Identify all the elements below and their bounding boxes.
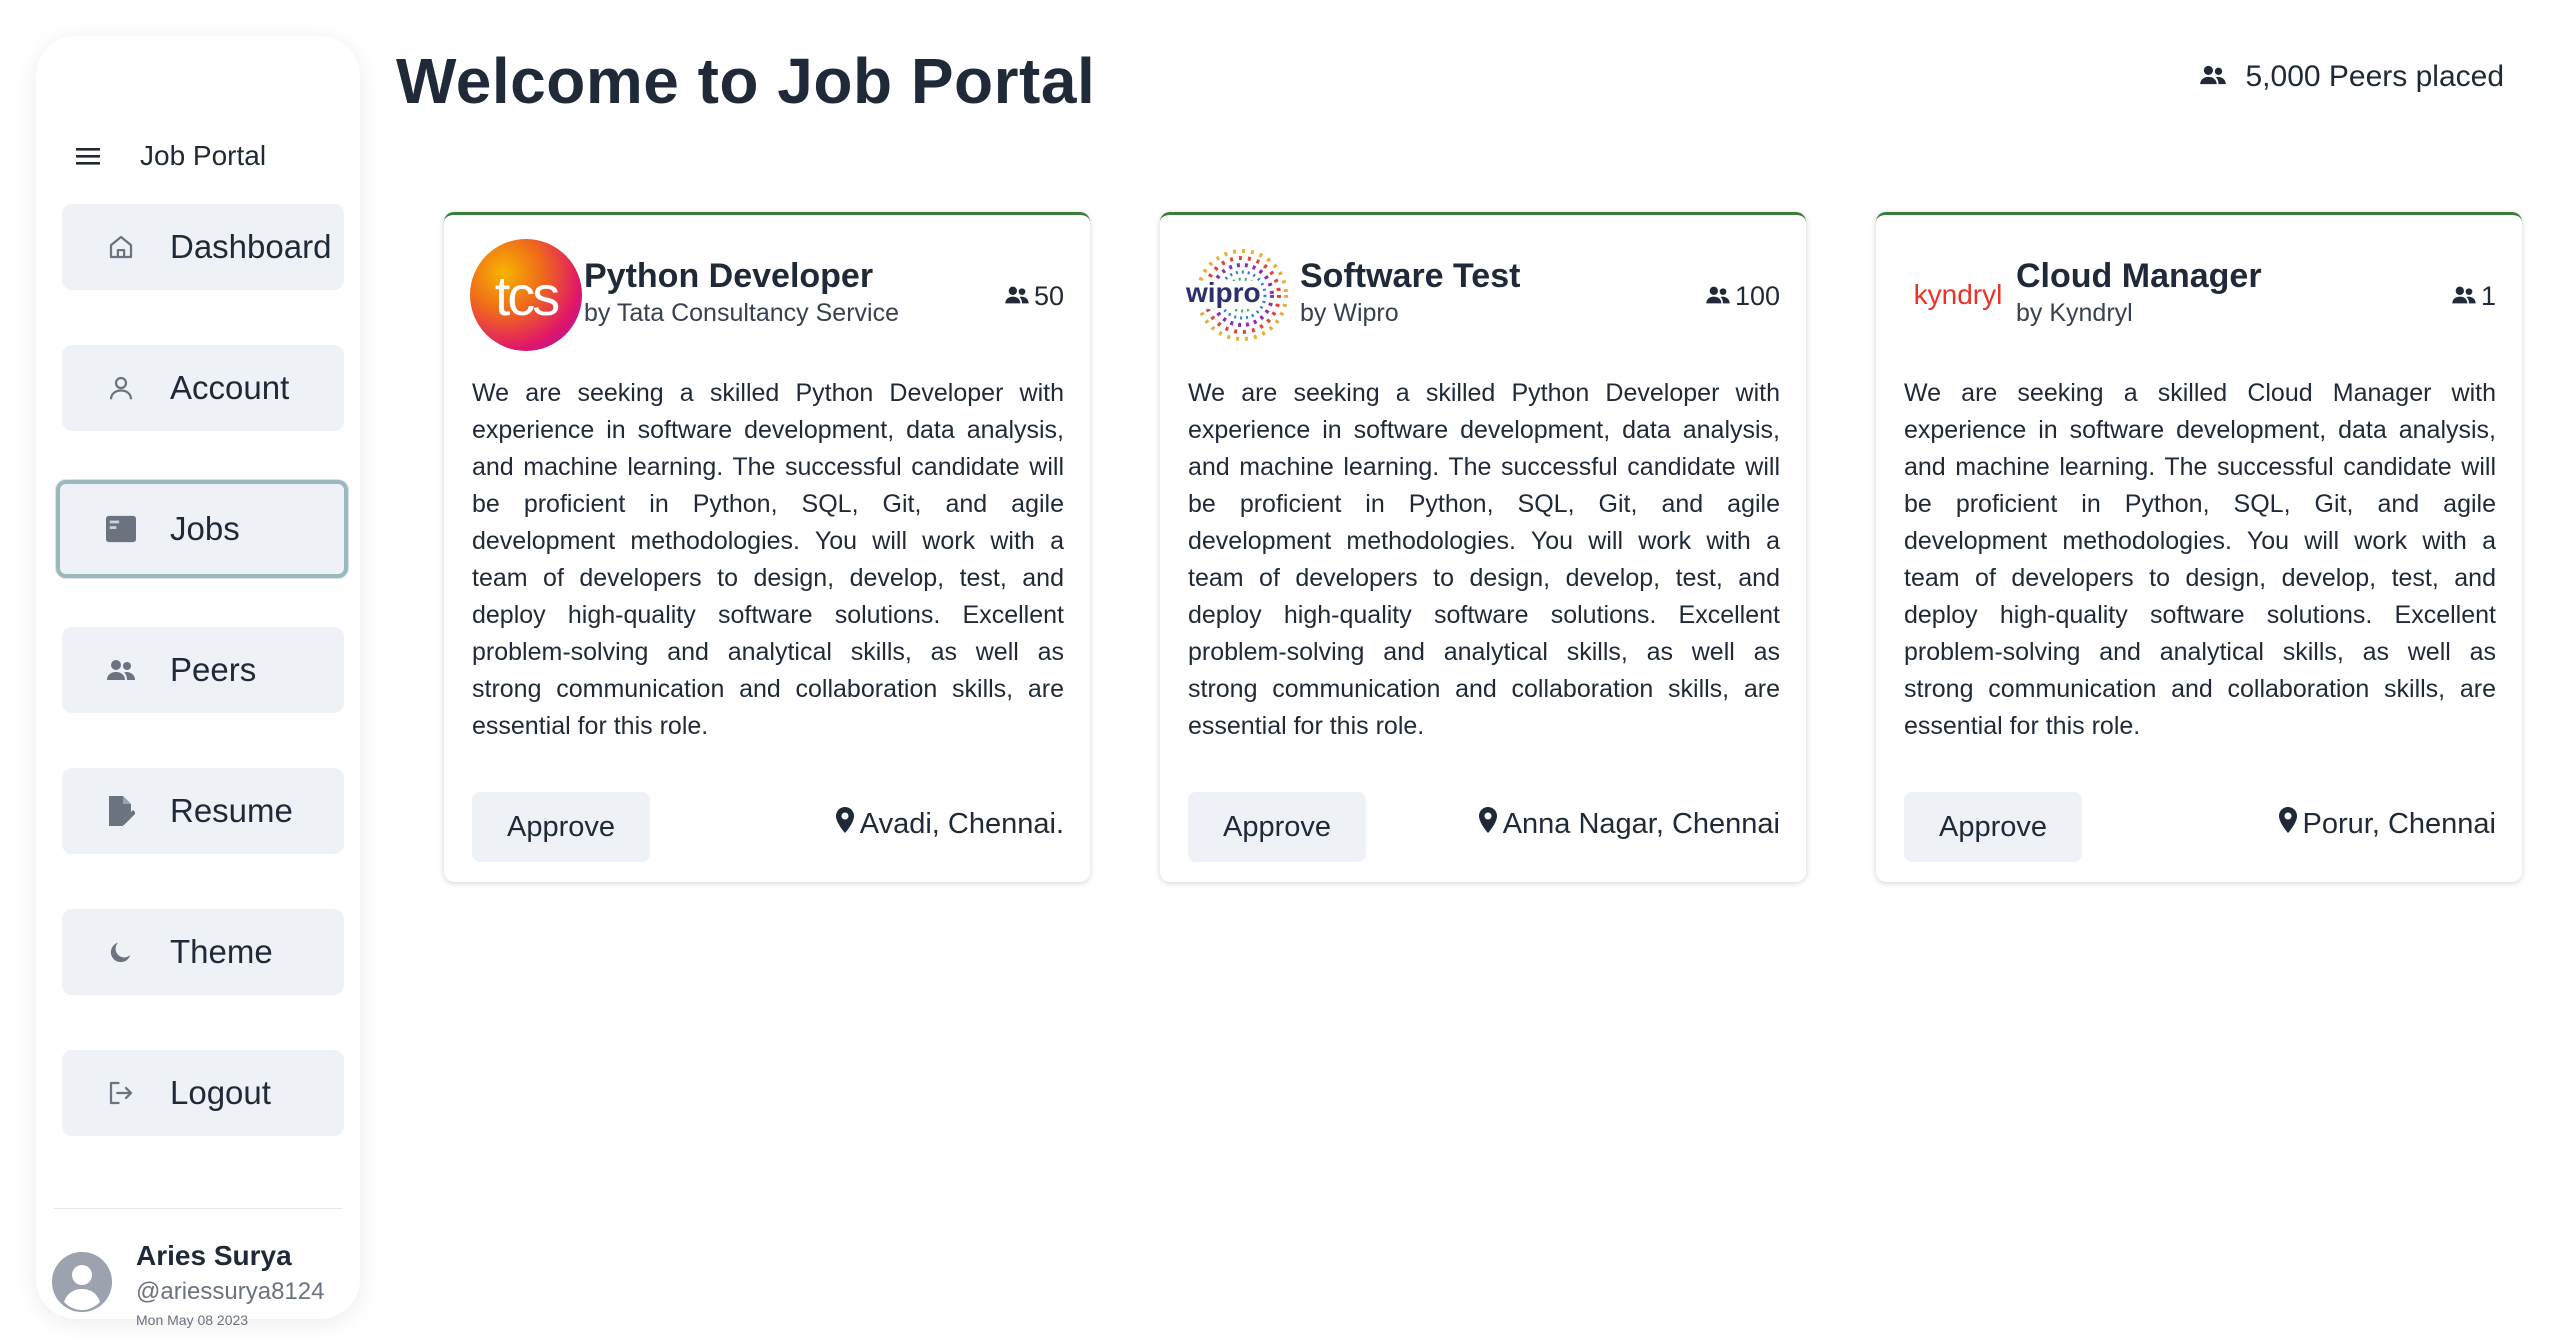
peers-placed-stat: 5,000 Peers placed <box>2199 60 2504 94</box>
location-pin-icon <box>1478 807 1497 841</box>
applicant-count: 100 <box>1705 281 1780 312</box>
sidebar-item-logout[interactable]: Logout <box>62 1050 344 1136</box>
moon-icon <box>106 937 136 967</box>
job-card: wipro Software Test by Wipro 100 We are … <box>1160 212 1806 882</box>
sidebar-item-label: Resume <box>170 792 293 829</box>
job-location: Avadi, Chennai. <box>835 807 1064 841</box>
company-logo-kyndryl: kyndryl <box>1902 239 2014 351</box>
applicant-count: 1 <box>2451 281 2496 312</box>
applicant-count-value: 1 <box>2480 281 2496 311</box>
sidebar-divider <box>54 1208 342 1209</box>
logout-icon <box>106 1078 136 1108</box>
job-title: Cloud Manager <box>2016 257 2262 295</box>
job-description: We are seeking a skilled Python Develope… <box>472 379 1064 740</box>
job-description: We are seeking a skilled Cloud Manager w… <box>1904 379 2496 740</box>
sidebar-item-jobs[interactable]: Jobs <box>56 480 348 578</box>
user-icon <box>106 373 136 403</box>
company-name: by Tata Consultancy Service <box>584 299 899 327</box>
sidebar-item-label: Account <box>170 369 290 406</box>
sidebar-item-label: Peers <box>170 651 257 688</box>
people-icon <box>2451 281 2477 312</box>
resume-edit-icon <box>106 796 136 826</box>
location-text: Porur, Chennai <box>2302 807 2496 840</box>
job-location: Anna Nagar, Chennai <box>1478 807 1780 841</box>
sidebar-item-theme[interactable]: Theme <box>62 909 344 995</box>
sidebar-header: Job Portal <box>74 116 266 196</box>
sidebar-item-resume[interactable]: Resume <box>62 768 344 854</box>
job-location: Porur, Chennai <box>2278 807 2496 841</box>
sidebar-item-dashboard[interactable]: Dashboard <box>62 204 344 290</box>
location-text: Anna Nagar, Chennai <box>1502 807 1780 840</box>
page-title: Welcome to Job Portal <box>396 45 1096 117</box>
location-text: Avadi, Chennai. <box>859 807 1064 840</box>
home-icon <box>106 232 136 262</box>
approve-button[interactable]: Approve <box>1904 792 2082 862</box>
company-name: by Kyndryl <box>2016 299 2133 327</box>
applicant-count-value: 50 <box>1033 281 1064 311</box>
user-profile[interactable]: Aries Surya @ariessurya8124 Mon May 08 2… <box>52 1232 352 1332</box>
applicant-count: 50 <box>1004 281 1064 312</box>
approve-button[interactable]: Approve <box>472 792 650 862</box>
job-card: kyndryl Cloud Manager by Kyndryl 1 We ar… <box>1876 212 2522 882</box>
company-logo-tcs: tcs <box>470 239 582 351</box>
user-date: Mon May 08 2023 <box>136 1312 249 1328</box>
job-title: Python Developer <box>584 257 874 295</box>
sidebar-item-label: Theme <box>170 933 273 970</box>
hamburger-menu-icon[interactable] <box>74 142 102 170</box>
people-icon <box>1705 281 1731 312</box>
sidebar-title: Job Portal <box>140 140 267 171</box>
job-cards: tcs Python Developer by Tata Consultancy… <box>444 212 2522 882</box>
company-logo-wipro: wipro <box>1186 239 1298 351</box>
avatar <box>52 1252 112 1312</box>
sidebar: Job Portal Dashboard Account Jobs Peers <box>36 36 360 1328</box>
sidebar-item-peers[interactable]: Peers <box>62 627 344 713</box>
sidebar-item-label: Dashboard <box>170 228 332 265</box>
job-title: Software Test <box>1300 257 1521 295</box>
company-name: by Wipro <box>1300 299 1399 327</box>
sidebar-item-label: Jobs <box>170 510 240 547</box>
jobs-card-icon <box>106 514 136 544</box>
job-description: We are seeking a skilled Python Develope… <box>1188 379 1780 740</box>
job-card: tcs Python Developer by Tata Consultancy… <box>444 212 1090 882</box>
people-icon <box>2199 60 2227 94</box>
sidebar-item-account[interactable]: Account <box>62 345 344 431</box>
applicant-count-value: 100 <box>1734 281 1780 311</box>
people-icon <box>1004 281 1030 312</box>
peers-placed-text: 5,000 Peers placed <box>2245 60 2504 93</box>
location-pin-icon <box>2278 807 2297 841</box>
user-name: Aries Surya <box>136 1240 292 1271</box>
location-pin-icon <box>835 807 854 841</box>
people-icon <box>106 655 136 685</box>
user-handle: @ariessurya8124 <box>136 1278 325 1305</box>
sidebar-item-label: Logout <box>170 1074 271 1111</box>
approve-button[interactable]: Approve <box>1188 792 1366 862</box>
sidebar-nav: Dashboard Account Jobs Peers Resume Them… <box>56 204 348 1191</box>
